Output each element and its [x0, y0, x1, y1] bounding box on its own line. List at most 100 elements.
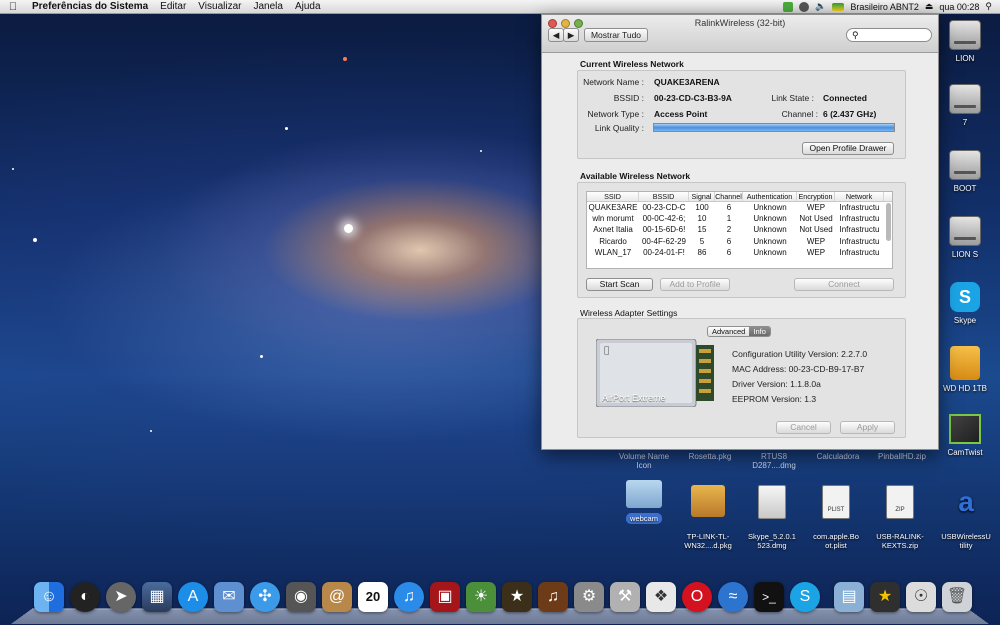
menu-visualizar[interactable]: Visualizar — [192, 1, 247, 12]
column-bssid[interactable]: BSSID — [639, 192, 689, 201]
star — [33, 238, 37, 242]
imovie-icon[interactable]: ★ — [502, 582, 532, 612]
app-store-icon[interactable]: A — [178, 582, 208, 612]
iphoto-icon[interactable]: ☀ — [466, 582, 496, 612]
cancel-button[interactable]: Cancel — [776, 421, 831, 434]
hard-drive-icon — [949, 216, 981, 246]
trash-icon[interactable]: 🗑 — [942, 582, 972, 612]
table-row[interactable]: WLAN_17 00-24-01-F! 86 6 Unknown WEP Infrastru… — [587, 247, 892, 258]
file-skype-dmg[interactable]: Skype_5.2.0.1 523.dmg — [740, 476, 804, 550]
column-network[interactable]: Network — [835, 192, 884, 201]
photo-booth-icon[interactable]: ▣ — [430, 582, 460, 612]
facetime-icon[interactable]: ◉ — [286, 582, 316, 612]
preview-icon[interactable]: ❖ — [646, 582, 676, 612]
eject-icon[interactable]: ⏏ — [925, 1, 934, 12]
menu-app-name[interactable]: Preferências do Sistema — [26, 1, 154, 12]
apply-button[interactable]: Apply — [840, 421, 895, 434]
cell-channel: 2 — [726, 225, 732, 235]
back-button[interactable]: ◀ — [548, 28, 564, 42]
clock[interactable]: qua 00:28 — [939, 2, 979, 12]
mission-control-icon[interactable]: ▦ — [142, 582, 172, 612]
add-to-profile-button[interactable]: Add to Profile — [660, 278, 730, 291]
menu-janela[interactable]: Janela — [247, 1, 288, 12]
table-row[interactable]: wln morumt 00-0C-42-6; 10 1 Unknown Not Used I… — [587, 213, 892, 224]
table-row[interactable]: Ricardo 00-4F-62-29 5 6 Unknown WEP Infrastruc… — [587, 236, 892, 247]
drive-skype[interactable]: S Skype — [935, 282, 995, 325]
link-quality-fill — [654, 124, 894, 131]
menu-ajuda[interactable]: Ajuda — [289, 1, 327, 12]
skype-icon[interactable]: S — [790, 582, 820, 612]
connect-button[interactable]: Connect — [794, 278, 894, 291]
launchpad-icon[interactable]: ➤ — [106, 582, 136, 612]
itunes-icon[interactable]: ♫ — [394, 582, 424, 612]
system-preferences-icon[interactable]: ⚙ — [574, 582, 604, 612]
file-webcam[interactable]: webcam — [612, 480, 676, 524]
keyboard-layout[interactable]: Brasileiro ABNT2 — [850, 2, 919, 12]
network-type-label: Network Type : — [587, 109, 644, 119]
cell-bssid: 00-4F-62-29 — [641, 236, 687, 246]
search-icon[interactable]: ⚲ — [985, 1, 992, 12]
cell-network: Infrastructu — [839, 214, 880, 224]
desktop-label-rtus8[interactable]: RTUS8 D287....dmg — [744, 452, 804, 470]
utility-icon[interactable]: ⚒ — [610, 582, 640, 612]
drive-boot[interactable]: BOOT — [935, 150, 995, 193]
drive-wd[interactable]: WD HD 1TB — [935, 346, 995, 393]
window-titlebar[interactable]: RalinkWireless (32-bit) ◀ ▶ Mostrar Tudo… — [542, 15, 938, 53]
dashboard-icon[interactable]: ◐ — [70, 582, 100, 612]
desktop-label-pinball[interactable]: PinballHD.zip — [870, 452, 934, 461]
star — [343, 57, 347, 61]
cell-encryption: WEP — [806, 203, 826, 212]
safari-icon[interactable]: ✣ — [250, 582, 280, 612]
cell-encryption: Not Used — [799, 225, 833, 235]
file-usbwirelessutility[interactable]: a USBWirelessU tility — [934, 476, 998, 550]
table-row[interactable]: QUAKE3ARE 00-23-CD-C 100 6 Unknown WEP Infrast… — [587, 202, 892, 213]
cell-authentication: Unknown — [753, 247, 787, 257]
search-icon: ⚲ — [852, 30, 859, 40]
column-authentication[interactable]: Authentication — [743, 192, 797, 201]
menu-editar[interactable]: Editar — [154, 1, 192, 12]
app-camtwist[interactable]: CamTwist — [935, 414, 995, 457]
column-ssid[interactable]: SSID — [587, 192, 639, 201]
drive-7[interactable]: 7 — [935, 84, 995, 127]
wireless-icon[interactable]: ≈ — [718, 582, 748, 612]
cell-signal: 5 — [699, 236, 705, 246]
calendar-icon[interactable]: 20 — [358, 582, 388, 612]
drive-lion-s[interactable]: LION S — [935, 216, 995, 259]
file-tplink[interactable]: TP-LINK-TL- WN32....d.pkg — [676, 476, 740, 550]
column-signal[interactable]: Signal — [689, 192, 715, 201]
table-row[interactable]: Axnet Italia 00-15-6D-6! 15 2 Unknown Not Use… — [587, 224, 892, 235]
search-field[interactable]: ⚲ — [846, 28, 932, 42]
available-network-title: Available Wireless Network — [580, 171, 691, 181]
volume-icon[interactable]: 🔈 — [815, 1, 826, 12]
apple-menu-icon[interactable]:  — [0, 1, 26, 13]
disk-utility-icon[interactable]: ☉ — [906, 582, 936, 612]
terminal-icon[interactable]: >_ — [754, 582, 784, 612]
wireless-status-icon[interactable] — [799, 1, 810, 12]
start-scan-button[interactable]: Start Scan — [586, 278, 653, 291]
file-usb-ralink-zip[interactable]: ZIP USB-RALINK- KEXTS.zip — [868, 476, 932, 550]
desktop-label-rosetta[interactable]: Rosetta.pkg — [680, 452, 740, 461]
skype-icon: S — [950, 282, 980, 312]
mail-icon[interactable]: ✉ — [214, 582, 244, 612]
address-book-icon[interactable]: @ — [322, 582, 352, 612]
dock: ☺ ◐ ➤ ▦ A ✉ ✣ ◉ @ 20 ♫ ▣ ☀ ★ ♫ ⚙ ⚒ ❖ O ≈… — [10, 580, 990, 625]
driver-version: Driver Version: 1.1.8.0a — [732, 379, 821, 389]
finder-icon[interactable]: ☺ — [34, 582, 64, 612]
column-channel[interactable]: Channel — [715, 192, 743, 201]
opera-icon[interactable]: O — [682, 582, 712, 612]
column-encryption[interactable]: Encryption — [797, 192, 835, 201]
tab-info[interactable]: Info — [749, 327, 770, 336]
status-check-icon[interactable] — [783, 1, 794, 12]
drive-lion[interactable]: LION — [935, 20, 995, 63]
tab-advanced[interactable]: Advanced — [708, 327, 750, 336]
desktop-label-calculadora[interactable]: Calculadora — [808, 452, 868, 461]
table-scrollbar[interactable] — [886, 203, 891, 241]
forward-button[interactable]: ▶ — [563, 28, 579, 42]
show-all-button[interactable]: Mostrar Tudo — [584, 28, 648, 42]
open-profile-drawer-button[interactable]: Open Profile Drawer — [802, 142, 894, 155]
game-icon[interactable]: ★ — [870, 582, 900, 612]
garageband-icon[interactable]: ♫ — [538, 582, 568, 612]
file-plist[interactable]: PLIST com.apple.Bo ot.plist — [804, 476, 868, 550]
desktop-label-volume-name[interactable]: Volume Name Icon — [614, 452, 674, 470]
folder-icon[interactable]: ▤ — [834, 582, 864, 612]
